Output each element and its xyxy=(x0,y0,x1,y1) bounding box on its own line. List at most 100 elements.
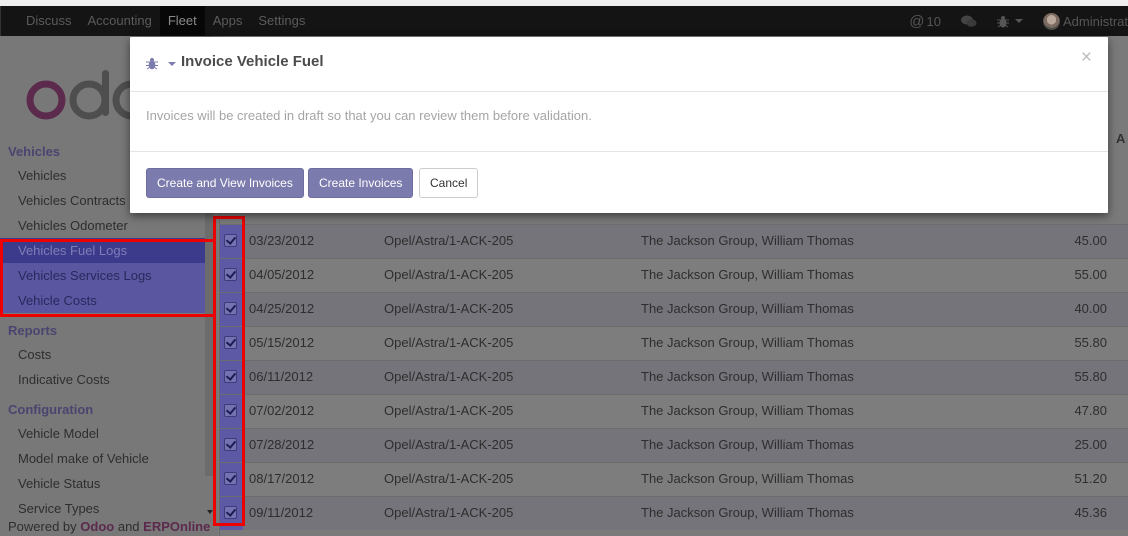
user-name: Administrat xyxy=(1062,13,1128,29)
cell-date: 08/17/2012 xyxy=(249,471,315,486)
table-row[interactable]: 07/28/2012 Opel/Astra/1-ACK-205 The Jackso… xyxy=(220,428,1128,462)
cell-amount: 55.00 xyxy=(1074,267,1107,282)
sidebar-item-costs[interactable]: Costs xyxy=(0,342,205,367)
powered-by-erponline-link[interactable]: ERPOnline xyxy=(143,519,210,534)
user-menu[interactable]: Administrat xyxy=(1042,12,1128,30)
powered-by-odoo-link[interactable]: Odoo xyxy=(80,519,114,534)
chevron-down-icon xyxy=(1014,19,1023,23)
at-icon: @ xyxy=(909,12,925,30)
column-header-partial[interactable]: A xyxy=(1116,131,1125,146)
row-checkbox[interactable] xyxy=(224,370,237,383)
table-row[interactable]: 06/11/2012 Opel/Astra/1-ACK-205 The Jackso… xyxy=(220,360,1128,394)
table-row[interactable]: 09/11/2012 Opel/Astra/1-ACK-205 The Jackso… xyxy=(220,496,1128,530)
cell-amount: 55.80 xyxy=(1074,335,1107,350)
app-menu: Discuss Accounting Fleet Apps Settings xyxy=(18,6,313,36)
powered-by-joiner: and xyxy=(117,519,140,534)
top-navbar: Discuss Accounting Fleet Apps Settings @… xyxy=(0,6,1128,36)
nav-item-apps[interactable]: Apps xyxy=(205,6,251,36)
nav-item-accounting[interactable]: Accounting xyxy=(80,6,160,36)
sidebar-section-configuration: Configuration xyxy=(8,402,94,417)
row-checkbox[interactable] xyxy=(224,404,237,417)
cell-vehicle: Opel/Astra/1-ACK-205 xyxy=(384,301,514,316)
chat-button[interactable] xyxy=(960,15,977,28)
nav-item-settings[interactable]: Settings xyxy=(250,6,313,36)
table-row[interactable]: 04/05/2012 Opel/Astra/1-ACK-205 The Jackso… xyxy=(220,258,1128,292)
bug-icon xyxy=(996,15,1009,27)
cell-date: 04/25/2012 xyxy=(249,301,315,316)
chat-bubbles-icon xyxy=(960,15,977,27)
cell-vehicle: Opel/Astra/1-ACK-205 xyxy=(384,403,514,418)
sidebar-section-reports: Reports xyxy=(8,323,58,338)
cell-vehicle: Opel/Astra/1-ACK-205 xyxy=(384,369,514,384)
nav-item-fleet[interactable]: Fleet xyxy=(159,6,205,36)
dialog-header: Invoice Vehicle Fuel × xyxy=(130,37,1108,92)
row-checkbox[interactable] xyxy=(224,234,237,247)
cell-date: 09/11/2012 xyxy=(249,505,314,520)
sidebar-item-model-make[interactable]: Model make of Vehicle xyxy=(0,446,205,471)
table-row[interactable]: 03/23/2012 Opel/Astra/1-ACK-205 The Jackso… xyxy=(220,224,1128,258)
cell-partner: The Jackson Group, William Thomas xyxy=(641,471,854,486)
mentions-count: 10 xyxy=(926,13,941,29)
cell-vehicle: Opel/Astra/1-ACK-205 xyxy=(384,505,514,520)
dialog-title: Invoice Vehicle Fuel xyxy=(181,53,324,70)
sidebar-item-vehicle-model[interactable]: Vehicle Model xyxy=(0,421,205,446)
scroll-down-icon[interactable] xyxy=(207,510,213,514)
cell-partner: The Jackson Group, William Thomas xyxy=(641,301,854,316)
cell-partner: The Jackson Group, William Thomas xyxy=(641,505,854,520)
create-invoices-button[interactable]: Create Invoices xyxy=(308,168,414,198)
cell-partner: The Jackson Group, William Thomas xyxy=(641,233,854,248)
sidebar-item-vehicles-fuel-logs[interactable]: Vehicles Fuel Logs xyxy=(0,238,205,263)
close-icon[interactable]: × xyxy=(1081,48,1092,68)
table-row[interactable]: 07/02/2012 Opel/Astra/1-ACK-205 The Jackso… xyxy=(220,394,1128,428)
mentions-button[interactable]: @ 10 xyxy=(909,13,941,30)
sidebar-section-vehicles: Vehicles xyxy=(8,144,61,159)
table-row[interactable]: 08/17/2012 Opel/Astra/1-ACK-205 The Jackso… xyxy=(220,462,1128,496)
sidebar-item-indicative-costs[interactable]: Indicative Costs xyxy=(0,367,205,392)
cell-vehicle: Opel/Astra/1-ACK-205 xyxy=(384,267,514,282)
cell-amount: 55.80 xyxy=(1074,369,1107,384)
cell-date: 07/28/2012 xyxy=(249,437,315,452)
cell-amount: 51.20 xyxy=(1074,471,1107,486)
odoo-logo xyxy=(24,70,152,125)
debug-view-button[interactable] xyxy=(146,55,176,70)
cancel-button[interactable]: Cancel xyxy=(419,168,479,198)
dialog-footer: Create and View Invoices Create Invoices… xyxy=(130,151,1108,213)
row-select-cell xyxy=(220,497,243,530)
nav-item-discuss[interactable]: Discuss xyxy=(18,6,80,36)
cell-amount: 40.00 xyxy=(1074,301,1107,316)
debug-menu-button[interactable] xyxy=(996,15,1023,28)
table-row[interactable]: 04/25/2012 Opel/Astra/1-ACK-205 The Jackso… xyxy=(220,292,1128,326)
cell-date: 05/15/2012 xyxy=(249,335,315,350)
row-select-cell xyxy=(220,395,243,428)
cell-date: 03/23/2012 xyxy=(249,233,315,248)
row-checkbox[interactable] xyxy=(224,302,237,315)
row-select-cell xyxy=(220,327,243,360)
row-select-cell xyxy=(220,293,243,326)
cell-partner: The Jackson Group, William Thomas xyxy=(641,403,854,418)
sidebar-item-vehicles-odometer[interactable]: Vehicles Odometer xyxy=(0,213,205,238)
row-checkbox[interactable] xyxy=(224,336,237,349)
cell-vehicle: Opel/Astra/1-ACK-205 xyxy=(384,471,514,486)
row-checkbox[interactable] xyxy=(224,438,237,451)
cell-amount: 45.36 xyxy=(1074,505,1107,520)
create-and-view-invoices-button[interactable]: Create and View Invoices xyxy=(146,168,304,198)
row-checkbox[interactable] xyxy=(224,472,237,485)
table-row[interactable]: 05/15/2012 Opel/Astra/1-ACK-205 The Jackso… xyxy=(220,326,1128,360)
row-select-cell xyxy=(220,259,243,292)
sidebar-item-vehicle-status[interactable]: Vehicle Status xyxy=(0,471,205,496)
cell-partner: The Jackson Group, William Thomas xyxy=(641,335,854,350)
bug-icon xyxy=(146,58,158,70)
navbar-systray: @ 10 Administrat xyxy=(893,6,1128,36)
chevron-down-icon xyxy=(167,61,176,66)
sidebar-item-vehicle-costs[interactable]: Vehicle Costs xyxy=(0,288,205,313)
row-checkbox[interactable] xyxy=(224,268,237,281)
cell-date: 06/11/2012 xyxy=(249,369,314,384)
cell-partner: The Jackson Group, William Thomas xyxy=(641,437,854,452)
powered-by-prefix: Powered by xyxy=(8,519,77,534)
sidebar-item-service-types[interactable]: Service Types xyxy=(0,496,205,521)
sidebar-item-vehicles-services-logs[interactable]: Vehicles Services Logs xyxy=(0,263,205,288)
cell-vehicle: Opel/Astra/1-ACK-205 xyxy=(384,437,514,452)
row-checkbox[interactable] xyxy=(224,506,237,519)
cell-vehicle: Opel/Astra/1-ACK-205 xyxy=(384,335,514,350)
cell-date: 07/02/2012 xyxy=(249,403,315,418)
